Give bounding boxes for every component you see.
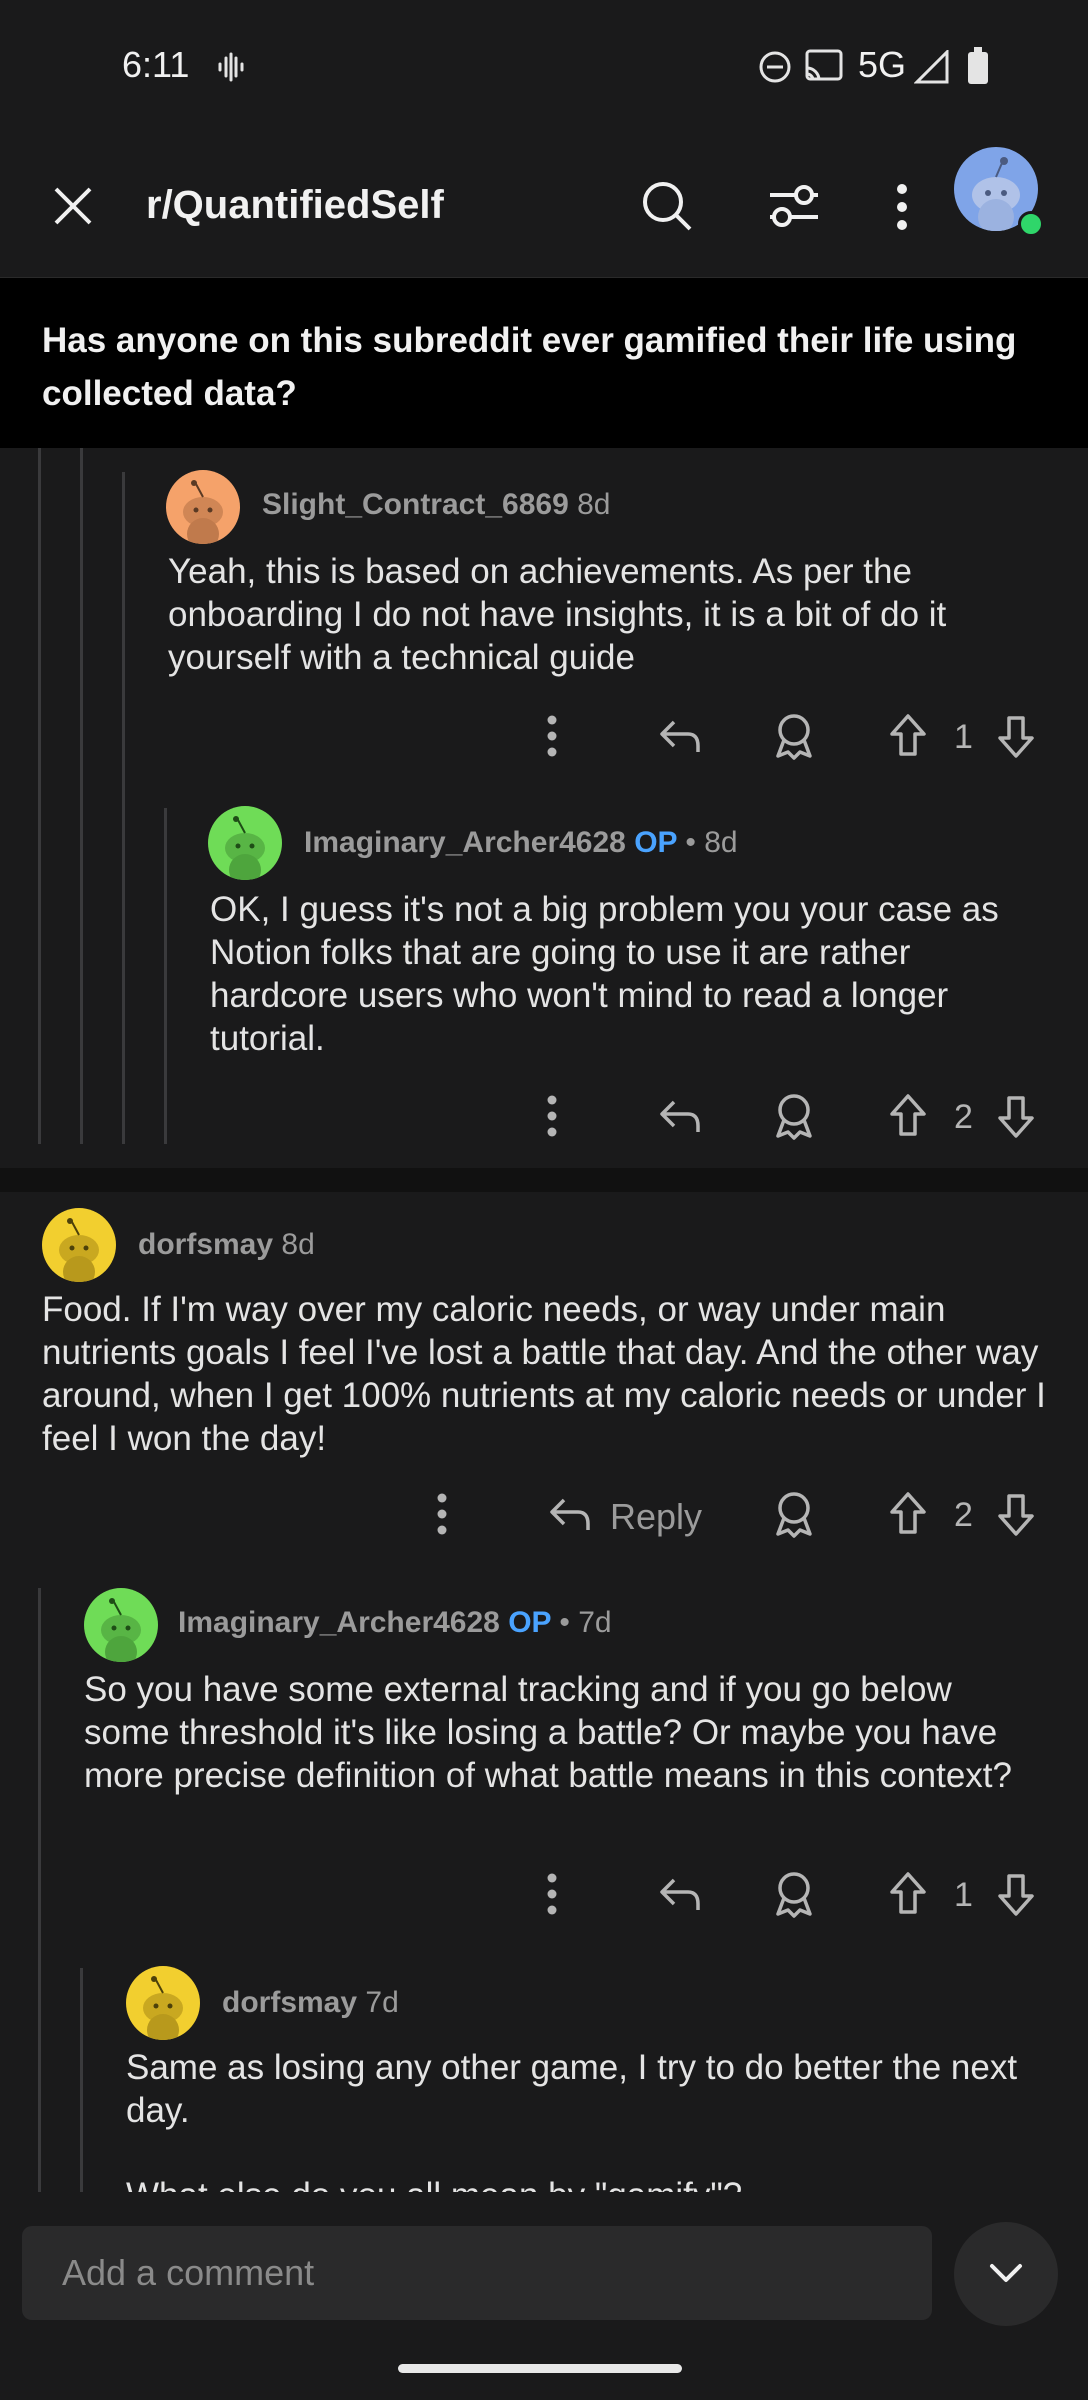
comment-author[interactable]: Imaginary_Archer4628 OP • 7d [178,1606,612,1640]
username[interactable]: Slight_Contract_6869 [262,488,569,521]
award-icon[interactable] [772,1092,816,1140]
upvote-icon[interactable] [888,712,928,758]
comment-thread: Slight_Contract_6869 8d Yeah, this is ba… [0,448,1088,1168]
chevron-down-icon [990,2264,1022,2282]
post-title-bar[interactable]: Has anyone on this subreddit ever gamifi… [0,278,1088,448]
op-badge: OP [634,826,678,859]
top-bar: r/QuantifiedSelf [0,135,1088,278]
avatar[interactable] [84,1588,158,1662]
dnd-icon [759,51,791,83]
username[interactable]: Imaginary_Archer4628 [178,1606,500,1639]
comment-body: So you have some external tracking and i… [84,1670,1012,1795]
username[interactable]: Imaginary_Archer4628 [304,826,626,859]
upvote-icon[interactable] [888,1870,928,1916]
award-icon[interactable] [772,712,816,760]
downvote-icon[interactable] [996,714,1036,760]
upvote-icon[interactable] [888,1092,928,1138]
thread-line [80,1968,83,2192]
add-comment-input[interactable]: Add a comment [22,2226,932,2320]
comment-body: Yeah, this is based on achievements. As … [168,552,947,677]
reply-icon[interactable] [658,716,702,756]
search-icon[interactable] [640,179,694,233]
comment-author[interactable]: dorfsmay 8d [138,1228,315,1262]
subreddit-title[interactable]: r/QuantifiedSelf [146,183,444,228]
comment-body: Food. If I'm way over my caloric needs, … [42,1290,1046,1458]
vote-count: 1 [954,1876,973,1914]
more-icon[interactable] [546,714,558,758]
status-bar: 6:11 5G [0,0,1088,135]
vote-count: 2 [954,1496,973,1534]
thread-line [122,472,125,1144]
comment-age: 7d [578,1606,612,1639]
vote-count: 2 [954,1098,973,1136]
comment-age: 7d [365,1986,399,2019]
avatar[interactable] [166,470,240,544]
comment-actions: 2 [530,1086,1050,1146]
thread-line [164,808,167,1144]
avatar[interactable] [208,806,282,880]
snoo-icon [183,480,223,544]
comment-age: 8d [281,1228,315,1261]
filter-icon[interactable] [768,183,820,229]
more-icon[interactable] [546,1872,558,1916]
meta-separator: • [559,1606,570,1639]
collapse-button[interactable] [954,2222,1058,2326]
comment-age: 8d [577,488,611,521]
downvote-icon[interactable] [996,1872,1036,1918]
status-time: 6:11 [122,44,190,85]
more-icon[interactable] [436,1492,448,1536]
comment-actions: 1 [530,706,1050,766]
comment-composer: Add a comment [0,2192,1088,2400]
downvote-icon[interactable] [996,1492,1036,1538]
snoo-icon [225,816,265,880]
thread-divider [0,1168,1088,1192]
vibrate-icon [218,52,244,82]
op-badge: OP [508,1606,552,1639]
post-title: Has anyone on this subreddit ever gamifi… [42,321,1017,413]
snoo-icon [59,1218,99,1282]
vote-count: 1 [954,718,973,756]
comment-author[interactable]: dorfsmay 7d [222,1986,399,2020]
signal-icon [914,50,949,84]
thread-line [80,448,83,1144]
meta-separator: • [685,826,696,859]
snoo-icon [101,1598,141,1662]
thread-line [38,1588,41,2192]
avatar[interactable] [126,1966,200,2040]
award-icon[interactable] [772,1870,816,1918]
close-icon[interactable] [50,183,96,229]
more-icon[interactable] [892,183,912,231]
comment-body: OK, I guess it's not a big problem you y… [210,890,999,1058]
upvote-icon[interactable] [888,1490,928,1536]
comment-thread: dorfsmay 8d Food. If I'm way over my cal… [0,1192,1088,2215]
comment-actions: 1 [530,1864,1050,1924]
comment-author[interactable]: Slight_Contract_6869 8d [262,488,611,522]
award-icon[interactable] [772,1490,816,1538]
username[interactable]: dorfsmay [222,1986,357,2019]
avatar[interactable] [42,1208,116,1282]
reply-button[interactable]: Reply [610,1496,702,1538]
cast-icon [805,49,843,81]
comment-actions: Reply 2 [420,1484,1060,1544]
reply-icon[interactable] [548,1494,592,1534]
reply-icon[interactable] [658,1096,702,1136]
thread-line [38,448,41,1144]
online-indicator [1018,211,1044,237]
home-indicator[interactable] [398,2364,682,2373]
more-icon[interactable] [546,1094,558,1138]
battery-icon [968,47,988,84]
downvote-icon[interactable] [996,1094,1036,1140]
comment-author[interactable]: Imaginary_Archer4628 OP • 8d [304,826,738,860]
reply-icon[interactable] [658,1874,702,1914]
username[interactable]: dorfsmay [138,1228,273,1261]
comment-age: 8d [704,826,738,859]
comment-body: Same as losing any other game, I try to … [126,2048,1018,2130]
network-type: 5G [858,44,907,85]
snoo-icon [143,1976,183,2040]
